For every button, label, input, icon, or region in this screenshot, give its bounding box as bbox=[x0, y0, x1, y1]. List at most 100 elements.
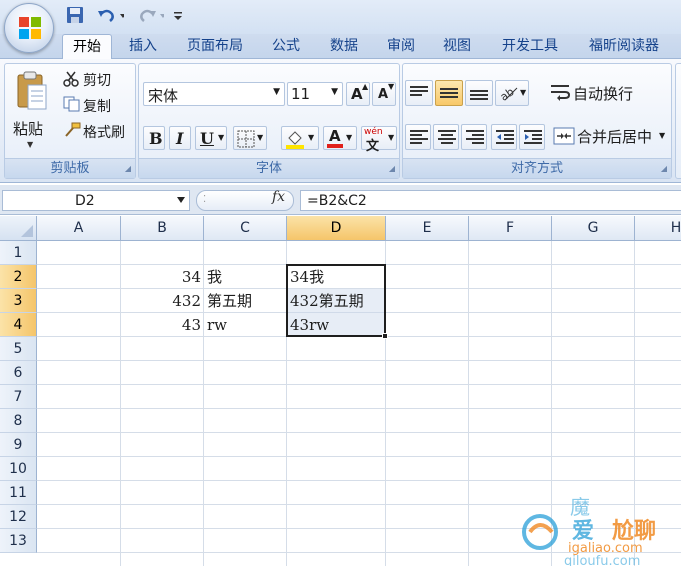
row-header-4[interactable]: 4 bbox=[0, 313, 37, 337]
decrease-indent-button[interactable] bbox=[491, 124, 517, 150]
font-size-value: 11 bbox=[291, 85, 311, 103]
font-name-select[interactable]: 宋体 ▼ bbox=[143, 82, 285, 106]
increase-indent-icon bbox=[524, 130, 542, 144]
align-right-button[interactable] bbox=[461, 124, 487, 150]
row-header-12[interactable]: 12 bbox=[0, 505, 37, 529]
grip-icon[interactable]: ⁚ bbox=[203, 194, 206, 205]
column-header-g[interactable]: G bbox=[552, 216, 635, 241]
grow-font-button[interactable]: A ▲ bbox=[346, 82, 370, 106]
borders-button[interactable]: ▼ bbox=[233, 126, 267, 150]
cut-button[interactable]: 剪切 bbox=[83, 70, 111, 90]
font-group: 宋体 ▼ 11 ▼ A ▲ A ▼ B I U ▼ ▼ ▼ A ▼ wén 文 … bbox=[138, 63, 400, 179]
copy-icon bbox=[63, 96, 80, 112]
align-middle-button[interactable] bbox=[435, 80, 463, 106]
format-painter-button[interactable]: 格式刷 bbox=[83, 122, 125, 142]
cell-b2[interactable]: 34 bbox=[121, 265, 204, 289]
row-header-9[interactable]: 9 bbox=[0, 433, 37, 457]
cell-b3[interactable]: 432 bbox=[121, 289, 204, 313]
row-header-7[interactable]: 7 bbox=[0, 385, 37, 409]
save-icon[interactable] bbox=[64, 5, 86, 25]
row-header-11[interactable]: 11 bbox=[0, 481, 37, 505]
customize-icon[interactable] bbox=[172, 5, 184, 25]
row-header-13[interactable]: 13 bbox=[0, 529, 37, 553]
underline-icon: U bbox=[200, 129, 214, 148]
font-launcher-icon[interactable]: ◢ bbox=[389, 164, 395, 174]
align-top-button[interactable] bbox=[405, 80, 433, 106]
insert-function-icon[interactable]: fx bbox=[272, 189, 285, 205]
formula-text: =B2&C2 bbox=[307, 193, 367, 209]
row-header-8[interactable]: 8 bbox=[0, 409, 37, 433]
align-bottom-button[interactable] bbox=[465, 80, 493, 106]
formula-input[interactable]: =B2&C2 bbox=[300, 190, 681, 211]
font-size-select[interactable]: 11 ▼ bbox=[287, 82, 343, 106]
tab-developer[interactable]: 开发工具 bbox=[490, 34, 570, 59]
shrink-font-button[interactable]: A ▼ bbox=[372, 82, 396, 106]
row-gridline bbox=[37, 384, 681, 385]
office-button[interactable] bbox=[4, 3, 54, 53]
chevron-down-icon: ▼ bbox=[257, 133, 264, 142]
column-header-b[interactable]: B bbox=[121, 216, 204, 241]
tab-page-layout[interactable]: 页面布局 bbox=[176, 34, 254, 59]
column-header-c[interactable]: C bbox=[204, 216, 287, 241]
underline-button[interactable]: U ▼ bbox=[195, 126, 227, 150]
fill-handle[interactable] bbox=[382, 333, 388, 339]
tab-review[interactable]: 审阅 bbox=[376, 34, 426, 59]
svg-text:ab: ab bbox=[499, 85, 517, 102]
phonetic-button[interactable]: wén 文 ▼ bbox=[361, 126, 397, 154]
tab-foxit-reader[interactable]: 福昕阅读器 bbox=[578, 34, 670, 59]
font-color-icon: A bbox=[329, 127, 341, 145]
chevron-down-icon: ▼ bbox=[308, 133, 315, 142]
column-header-f[interactable]: F bbox=[469, 216, 552, 241]
alignment-group-label: 对齐方式 bbox=[403, 158, 671, 178]
column-header-e[interactable]: E bbox=[386, 216, 469, 241]
shrink-font-icon: A bbox=[378, 87, 389, 102]
merge-center-icon bbox=[553, 127, 575, 145]
cell-b4[interactable]: 43 bbox=[121, 313, 204, 337]
redo-icon[interactable] bbox=[130, 5, 164, 25]
cell-c4[interactable]: rw bbox=[204, 313, 287, 337]
italic-button[interactable]: I bbox=[169, 126, 191, 150]
undo-icon[interactable] bbox=[90, 5, 124, 25]
tab-insert[interactable]: 插入 bbox=[118, 34, 168, 59]
name-box[interactable]: D2 bbox=[2, 190, 190, 211]
align-center-button[interactable] bbox=[433, 124, 459, 150]
bold-button[interactable]: B bbox=[143, 126, 165, 150]
align-middle-icon bbox=[440, 88, 458, 98]
tab-view[interactable]: 视图 bbox=[432, 34, 482, 59]
cell-c2[interactable]: 我 bbox=[204, 265, 287, 289]
merge-center-button[interactable]: 合并后居中 bbox=[577, 126, 652, 147]
row-header-3[interactable]: 3 bbox=[0, 289, 37, 313]
cell-c3[interactable]: 第五期 bbox=[204, 289, 287, 313]
title-bar bbox=[0, 0, 681, 53]
name-box-dropdown-icon[interactable] bbox=[177, 197, 185, 203]
clipboard-group: 粘贴 ▼ 剪切 复制 格式刷 剪贴板 ◢ bbox=[4, 63, 136, 179]
paste-dropdown-icon[interactable]: ▼ bbox=[27, 140, 33, 149]
row-header-6[interactable]: 6 bbox=[0, 361, 37, 385]
font-color-button[interactable]: A ▼ bbox=[323, 126, 357, 150]
increase-indent-button[interactable] bbox=[519, 124, 545, 150]
row-header-1[interactable]: 1 bbox=[0, 241, 37, 265]
align-left-icon bbox=[410, 130, 428, 144]
chevron-down-icon[interactable]: ▼ bbox=[659, 131, 665, 140]
column-header-a[interactable]: A bbox=[37, 216, 121, 241]
row-header-10[interactable]: 10 bbox=[0, 457, 37, 481]
row-header-5[interactable]: 5 bbox=[0, 337, 37, 361]
clipboard-launcher-icon[interactable]: ◢ bbox=[125, 164, 131, 174]
fill-color-button[interactable]: ▼ bbox=[281, 126, 319, 150]
column-header-h[interactable]: H bbox=[635, 216, 681, 241]
tab-data[interactable]: 数据 bbox=[318, 34, 370, 59]
tab-formulas[interactable]: 公式 bbox=[262, 34, 310, 59]
align-bottom-icon bbox=[470, 90, 488, 100]
select-all-button[interactable] bbox=[0, 216, 37, 241]
tab-home[interactable]: 开始 bbox=[62, 34, 112, 60]
alignment-group: ab ▼ 自动换行 合并后居中 ▼ 对齐方式 ◢ bbox=[402, 63, 672, 179]
orientation-button[interactable]: ab ▼ bbox=[495, 80, 529, 106]
paste-icon[interactable] bbox=[15, 70, 49, 112]
row-header-2[interactable]: 2 bbox=[0, 265, 37, 289]
paste-button[interactable]: 粘贴 bbox=[13, 118, 43, 139]
align-left-button[interactable] bbox=[405, 124, 431, 150]
wrap-text-button[interactable]: 自动换行 bbox=[573, 83, 633, 104]
column-header-d[interactable]: D bbox=[287, 216, 386, 241]
copy-button[interactable]: 复制 bbox=[83, 96, 111, 116]
alignment-launcher-icon[interactable]: ◢ bbox=[661, 164, 667, 174]
